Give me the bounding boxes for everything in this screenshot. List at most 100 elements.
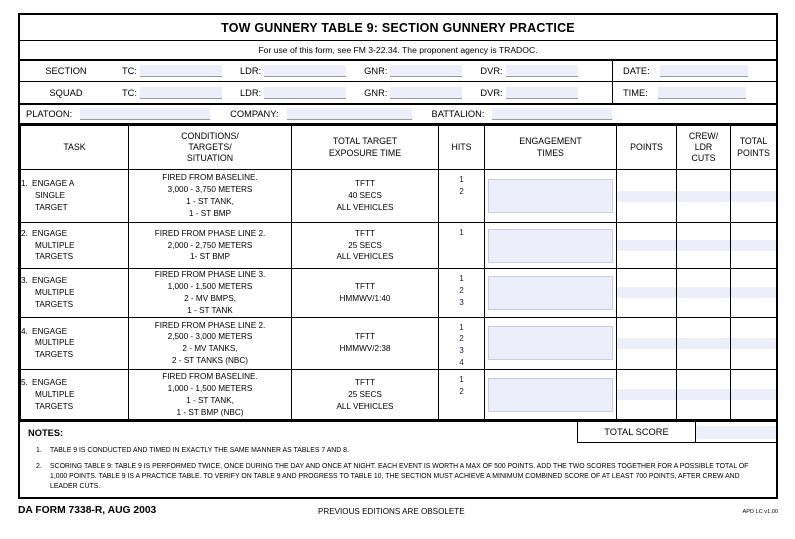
row1-task-cell: 1. ENGAGE A SINGLE TARGET [20,169,129,223]
row3-cuts-input[interactable] [677,287,730,299]
squad-ldr-input[interactable] [264,86,347,99]
squad-gnr-label: GNR: [364,87,388,98]
section-row: SECTION TC: LDR: GNR: DVR: DATE: [20,61,776,82]
row5-conditions-cell: FIRED FROM BASELINE. 1,000 - 1,500 METER… [128,369,292,421]
row1-exp-l2: 40 SECS [348,191,382,201]
row1-conditions-cell: FIRED FROM BASELINE. 3,000 - 3,750 METER… [128,169,292,223]
row3-cond-l2: 1,000 - 1,500 METERS [167,281,253,291]
row4-engagement-cell [484,316,617,371]
row4-total-points-input[interactable] [731,337,776,349]
row1-cond-l1: FIRED FROM BASELINE. [162,173,258,183]
battalion-group: BATTALION: [432,108,613,120]
row5-points-input[interactable] [617,389,676,401]
table-row: 1. ENGAGE A SINGLE TARGET FIRED FROM BASE… [20,169,777,223]
total-score-box: TOTAL SCORE [577,421,777,444]
row1-task-l1: ENGAGE A [32,179,75,189]
row2-total-points-cell [730,222,777,269]
row5-engagement-input[interactable] [488,377,613,412]
row1-cuts-wrap [677,190,730,202]
row3-hits-cell: 1 2 3 [438,268,485,318]
row2-cuts-input[interactable] [677,240,730,251]
row3-total-points-input[interactable] [731,287,776,299]
note-2-text: SCORING TABLE 9: TABLE 9 IS PERFORMED TW… [50,462,749,490]
row4-points-cell [616,316,677,371]
row1-task-l3: TARGET [35,202,68,212]
row1-exposure-cell: TFTT 40 SECS ALL VEHICLES [291,169,439,223]
note-2-num: 2. [36,462,42,470]
section-ldr-input[interactable] [264,65,347,77]
row4-points-input[interactable] [617,337,676,349]
section-tc-group: TC: [122,65,222,77]
section-tc-input[interactable] [139,65,222,77]
row2-engagement-input[interactable] [488,228,613,263]
row3-total-points-cell [730,268,777,318]
row3-engagement-input[interactable] [488,275,613,310]
platoon-group: PLATOON: [26,108,211,120]
identification-block: SECTION TC: LDR: GNR: DVR: DATE: SQUAD T… [20,61,776,105]
battalion-input[interactable] [492,108,613,120]
row5-exp-l3: ALL VEHICLES [336,401,394,411]
note-item: 1. TABLE 9 IS CONDUCTED AND TIMED IN EXA… [28,446,768,456]
row1-cuts-input[interactable] [677,190,730,202]
col-header-exposure-time: TOTAL TARGET EXPOSURE TIME [291,125,439,170]
company-input[interactable] [286,108,412,120]
form-id: DA FORM 7338-R, AUG 2003 [18,505,157,516]
row5-task-cell: 5. ENGAGE MULTIPLE TARGETS [20,369,129,421]
row4-engagement-input[interactable] [488,326,613,361]
row5-points-cell [616,369,677,421]
date-input[interactable] [659,65,748,77]
row4-task-line1: 4. ENGAGE [21,326,128,338]
row5-task-l2: MULTIPLE [35,389,75,399]
row1-engagement-cell [484,169,617,223]
section-gnr-input[interactable] [390,65,463,77]
row2-total-points-input[interactable] [731,240,776,251]
row2-exposure-cell: TFTT 25 SECS ALL VEHICLES [291,222,439,269]
row3-task-num: 3. [21,275,28,285]
section-left: SECTION TC: LDR: GNR: DVR: [20,61,612,81]
row1-engagement-input[interactable] [488,179,613,213]
gunnery-table: TASK CONDITIONS/ TARGETS/ SITUATION TOTA… [20,125,777,421]
row1-total-points-input[interactable] [731,190,776,202]
row3-points-input[interactable] [617,287,676,299]
col-header-engagement-l1: ENGAGEMENT [519,136,582,147]
row2-cond-l1: FIRED FROM PHASE LINE 2. [154,228,266,238]
row2-task-l3: TARGETS [35,252,74,262]
squad-dvr-input[interactable] [505,86,578,99]
row2-cond-l2: 2,000 - 2,750 METERS [167,240,253,250]
row4-total-points-cell [730,316,777,371]
time-label: TIME: [623,87,648,98]
row4-task-l1: ENGAGE [32,326,68,336]
date-group: DATE: [612,61,776,81]
platoon-input[interactable] [80,108,211,120]
row5-cuts-wrap [677,389,730,401]
total-score-input[interactable] [696,425,776,439]
row4-task-l3: TARGETS [35,350,74,360]
row5-task-l1: ENGAGE [32,377,68,387]
row1-points-input[interactable] [617,190,676,202]
row3-points-cell [616,268,677,318]
row2-points-cell [616,222,677,269]
row5-total-points-input[interactable] [731,389,776,401]
time-input[interactable] [657,86,746,99]
row4-hit-1: 1 [459,322,464,332]
col-header-conditions-l2: TARGETS/ [188,141,232,152]
row3-total-wrap [731,287,776,299]
squad-tc-input[interactable] [139,86,222,99]
row2-points-input[interactable] [617,240,676,251]
squad-left: SQUAD TC: LDR: GNR: DVR: [20,82,612,103]
section-dvr-input[interactable] [505,65,578,77]
row5-points-wrap [617,389,676,401]
table-row: 3. ENGAGE MULTIPLE TARGETS FIRED FROM PHA… [20,268,777,318]
row2-exp-l2: 25 SECS [348,240,382,250]
squad-gnr-input[interactable] [390,86,463,99]
form-page: TOW GUNNERY TABLE 9: SECTION GUNNERY PRA… [0,0,795,539]
section-dvr-label: DVR: [480,66,503,76]
row4-cuts-input[interactable] [677,337,730,349]
row5-cond-l2: 1,000 - 1,500 METERS [167,383,253,393]
row4-cond-l3: 2 - MV TANKS, [182,344,238,354]
row5-cuts-input[interactable] [677,389,730,401]
total-score-label: TOTAL SCORE [578,422,696,443]
col-header-total-points: TOTAL POINTS [730,125,777,170]
table-row: 2. ENGAGE MULTIPLE TARGETS FIRED FROM PHA… [20,222,777,269]
row5-cuts-cell [676,369,731,421]
